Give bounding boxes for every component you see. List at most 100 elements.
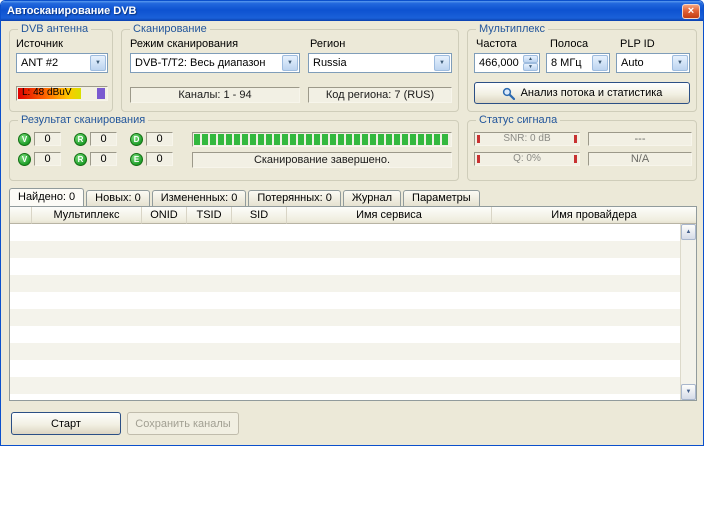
group-multiplex: Мультиплекс Частота Полоса PLP ID 466,00… bbox=[467, 29, 697, 112]
title-bar[interactable]: Автосканирование DVB × bbox=[1, 1, 703, 21]
region-label: Регион bbox=[310, 38, 345, 50]
bandwidth-select[interactable]: 8 МГц ▼ bbox=[546, 53, 610, 73]
tab-log[interactable]: Журнал bbox=[343, 190, 401, 206]
tab-found[interactable]: Найдено: 0 bbox=[9, 188, 84, 206]
bandwidth-value: 8 МГц bbox=[551, 57, 582, 69]
group-title-scanning: Сканирование bbox=[130, 23, 210, 35]
signal-level-meter: L: 48 dBuV bbox=[16, 86, 108, 101]
column-onid[interactable]: ONID bbox=[142, 207, 187, 224]
group-scan-result: Результат сканирования V 0 R 0 D 0 V 0 R… bbox=[9, 120, 459, 181]
spin-up-icon[interactable]: ▲ bbox=[523, 55, 538, 63]
group-scanning: Сканирование Режим сканирования Регион D… bbox=[121, 29, 459, 112]
data-count: 0 bbox=[146, 132, 173, 146]
source-label: Источник bbox=[16, 38, 63, 50]
quality-value-field: N/A bbox=[588, 152, 692, 166]
data-indicator-icon: D bbox=[130, 133, 143, 146]
group-title-antenna: DVB антенна bbox=[18, 23, 91, 35]
scroll-down-icon[interactable]: ▼ bbox=[681, 384, 696, 400]
tab-lost[interactable]: Потерянных: 0 bbox=[248, 190, 341, 206]
chevron-down-icon[interactable]: ▼ bbox=[592, 55, 608, 71]
chevron-down-icon[interactable]: ▼ bbox=[672, 55, 688, 71]
table-header: Мультиплекс ONID TSID SID Имя сервиса Им… bbox=[10, 207, 696, 224]
analyze-stream-label: Анализ потока и статистика bbox=[521, 87, 663, 99]
meter-cap-icon bbox=[574, 135, 577, 143]
region-code-field: Код региона: 7 (RUS) bbox=[308, 87, 452, 103]
scan-status-text: Сканирование завершено. bbox=[192, 152, 452, 168]
snr-value-field: --- bbox=[588, 132, 692, 146]
progress-fill bbox=[194, 134, 450, 145]
encrypted-indicator-icon: E bbox=[130, 153, 143, 166]
snr-label: SNR: 0 dB bbox=[475, 133, 579, 145]
indicator-video2: V 0 bbox=[18, 152, 61, 166]
group-title-multiplex: Мультиплекс bbox=[476, 23, 548, 35]
autoscan-dialog: Автосканирование DVB × DVB антенна Источ… bbox=[0, 0, 704, 446]
scan-mode-label: Режим сканирования bbox=[130, 38, 238, 50]
table-body bbox=[10, 224, 680, 400]
start-button[interactable]: Старт bbox=[11, 412, 121, 435]
frequency-label: Частота bbox=[476, 38, 517, 50]
plp-id-value: Auto bbox=[621, 57, 644, 69]
indicator-data: D 0 bbox=[130, 132, 173, 146]
search-icon bbox=[502, 87, 515, 100]
scan-progress-bar bbox=[192, 132, 452, 147]
close-button[interactable]: × bbox=[682, 4, 700, 19]
radio-indicator-icon: R bbox=[74, 133, 87, 146]
scroll-up-icon[interactable]: ▲ bbox=[681, 224, 696, 240]
source-select[interactable]: ANT #2 ▼ bbox=[16, 53, 108, 73]
tab-changed[interactable]: Измененных: 0 bbox=[152, 190, 247, 206]
group-dvb-antenna: DVB антенна Источник ANT #2 ▼ L: 48 dBuV bbox=[9, 29, 113, 112]
chevron-down-icon[interactable]: ▼ bbox=[434, 55, 450, 71]
region-value: Russia bbox=[313, 57, 347, 69]
radio-count: 0 bbox=[90, 132, 117, 146]
plp-id-select[interactable]: Auto ▼ bbox=[616, 53, 690, 73]
radio2-count: 0 bbox=[90, 152, 117, 166]
plp-id-label: PLP ID bbox=[620, 38, 655, 50]
video-indicator-icon: V bbox=[18, 133, 31, 146]
quality-label: Q: 0% bbox=[475, 153, 579, 165]
level-text: L: 48 dBuV bbox=[17, 87, 107, 99]
save-channels-button: Сохранить каналы bbox=[127, 412, 239, 435]
spin-down-icon[interactable]: ▼ bbox=[523, 63, 538, 71]
chevron-down-icon[interactable]: ▼ bbox=[282, 55, 298, 71]
column-check[interactable] bbox=[10, 207, 32, 224]
column-service-name[interactable]: Имя сервиса bbox=[287, 207, 492, 224]
frequency-spinner: ▲ ▼ bbox=[523, 55, 538, 71]
indicator-radio2: R 0 bbox=[74, 152, 117, 166]
column-sid[interactable]: SID bbox=[232, 207, 287, 224]
frequency-value: 466,000 bbox=[479, 57, 519, 69]
encrypted-count: 0 bbox=[146, 152, 173, 166]
analyze-stream-button[interactable]: Анализ потока и статистика bbox=[474, 82, 690, 104]
group-title-scan-result: Результат сканирования bbox=[18, 114, 148, 126]
channel-table: Мультиплекс ONID TSID SID Имя сервиса Им… bbox=[9, 206, 697, 401]
video2-count: 0 bbox=[34, 152, 61, 166]
column-multiplex[interactable]: Мультиплекс bbox=[32, 207, 142, 224]
close-icon: × bbox=[688, 5, 694, 17]
meter-cap-icon bbox=[477, 155, 480, 163]
window-title: Автосканирование DVB bbox=[7, 5, 682, 17]
indicator-radio: R 0 bbox=[74, 132, 117, 146]
tab-parameters[interactable]: Параметры bbox=[403, 190, 480, 206]
radio2-indicator-icon: R bbox=[74, 153, 87, 166]
bandwidth-label: Полоса bbox=[550, 38, 588, 50]
group-title-signal-status: Статус сигнала bbox=[476, 114, 560, 126]
source-value: ANT #2 bbox=[21, 57, 58, 69]
tab-strip: Найдено: 0 Новых: 0 Измененных: 0 Потеря… bbox=[9, 188, 480, 206]
column-tsid[interactable]: TSID bbox=[187, 207, 232, 224]
group-signal-status: Статус сигнала SNR: 0 dB --- Q: 0% N/A bbox=[467, 120, 697, 181]
vertical-scrollbar[interactable]: ▲ ▼ bbox=[680, 224, 696, 400]
indicator-encrypted: E 0 bbox=[130, 152, 173, 166]
column-provider-name[interactable]: Имя провайдера bbox=[492, 207, 696, 224]
quality-meter: Q: 0% bbox=[474, 152, 580, 166]
region-select[interactable]: Russia ▼ bbox=[308, 53, 452, 73]
meter-cap-icon bbox=[477, 135, 480, 143]
scan-mode-select[interactable]: DVB-T/T2: Весь диапазон ▼ bbox=[130, 53, 300, 73]
video2-indicator-icon: V bbox=[18, 153, 31, 166]
video-count: 0 bbox=[34, 132, 61, 146]
frequency-input[interactable]: 466,000 ▲ ▼ bbox=[474, 53, 540, 73]
scan-mode-value: DVB-T/T2: Весь диапазон bbox=[135, 57, 266, 69]
tab-new[interactable]: Новых: 0 bbox=[86, 190, 150, 206]
chevron-down-icon[interactable]: ▼ bbox=[90, 55, 106, 71]
channels-range-field: Каналы: 1 - 94 bbox=[130, 87, 300, 103]
snr-meter: SNR: 0 dB bbox=[474, 132, 580, 146]
meter-cap-icon bbox=[574, 155, 577, 163]
